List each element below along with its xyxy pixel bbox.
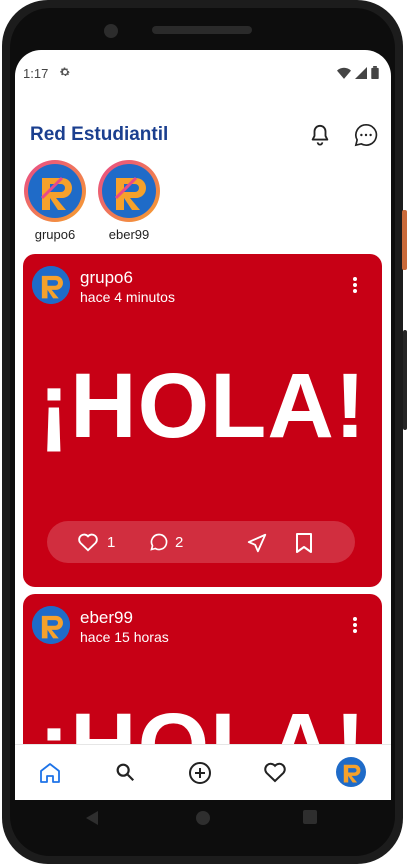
story-username: eber99 (108, 227, 150, 242)
search-icon[interactable] (114, 761, 136, 788)
story-item[interactable]: eber99 (96, 160, 162, 242)
device-frame: 1:17 Red Estudiantil grupo6 eber99 grupo… (0, 0, 407, 864)
back-icon[interactable] (85, 810, 99, 831)
add-circle-icon[interactable] (188, 761, 212, 790)
stories-row: grupo6 eber99 (15, 160, 391, 250)
story-item[interactable]: grupo6 (22, 160, 88, 242)
heart-icon[interactable] (77, 532, 99, 557)
home-button-icon[interactable] (195, 810, 211, 831)
more-options-icon[interactable] (352, 616, 358, 639)
app-title: Red Estudiantil (30, 124, 169, 145)
system-navigation-bar (15, 800, 391, 840)
post-username[interactable]: eber99 (80, 608, 133, 628)
power-button (402, 210, 407, 270)
post-card: grupo6 hace 4 minutos ¡HOLA! 1 2 (23, 254, 382, 587)
status-time: 1:17 (23, 66, 49, 81)
like-count: 1 (107, 534, 116, 551)
heart-icon[interactable] (263, 761, 287, 788)
bottom-navigation (15, 744, 391, 800)
status-bar: 1:17 (15, 50, 391, 92)
app-logo-icon (28, 164, 82, 218)
comment-icon[interactable] (149, 532, 169, 557)
status-icons (337, 66, 379, 84)
volume-button (403, 330, 407, 430)
front-camera (104, 24, 118, 38)
home-icon[interactable] (38, 761, 62, 790)
story-avatar[interactable] (24, 160, 86, 222)
comment-count: 2 (175, 534, 184, 551)
earpiece-speaker (152, 26, 252, 34)
app-screen: 1:17 Red Estudiantil grupo6 eber99 grupo… (15, 50, 391, 800)
post-time: hace 15 horas (80, 629, 169, 645)
recents-icon[interactable] (303, 810, 317, 829)
post-avatar[interactable] (32, 606, 70, 644)
app-logo-icon (32, 606, 70, 644)
bell-icon[interactable] (309, 123, 331, 152)
app-logo-icon (102, 164, 156, 218)
post-username[interactable]: grupo6 (80, 268, 133, 288)
app-bar: Red Estudiantil (15, 110, 391, 158)
battery-icon (371, 66, 379, 84)
app-logo-icon (32, 266, 70, 304)
story-username: grupo6 (34, 227, 76, 242)
bookmark-icon[interactable] (295, 532, 313, 559)
gear-icon (59, 66, 71, 81)
wifi-icon (337, 66, 351, 84)
signal-icon (355, 66, 367, 84)
post-time: hace 4 minutos (80, 289, 175, 305)
post-avatar[interactable] (32, 266, 70, 304)
more-options-icon[interactable] (352, 276, 358, 299)
post-actions-bar: 1 2 (47, 521, 355, 563)
post-image-text: ¡HOLA! (38, 355, 367, 457)
profile-avatar[interactable] (336, 757, 366, 792)
send-icon[interactable] (246, 532, 268, 559)
story-avatar[interactable] (98, 160, 160, 222)
chat-bubble-icon[interactable] (354, 123, 378, 152)
